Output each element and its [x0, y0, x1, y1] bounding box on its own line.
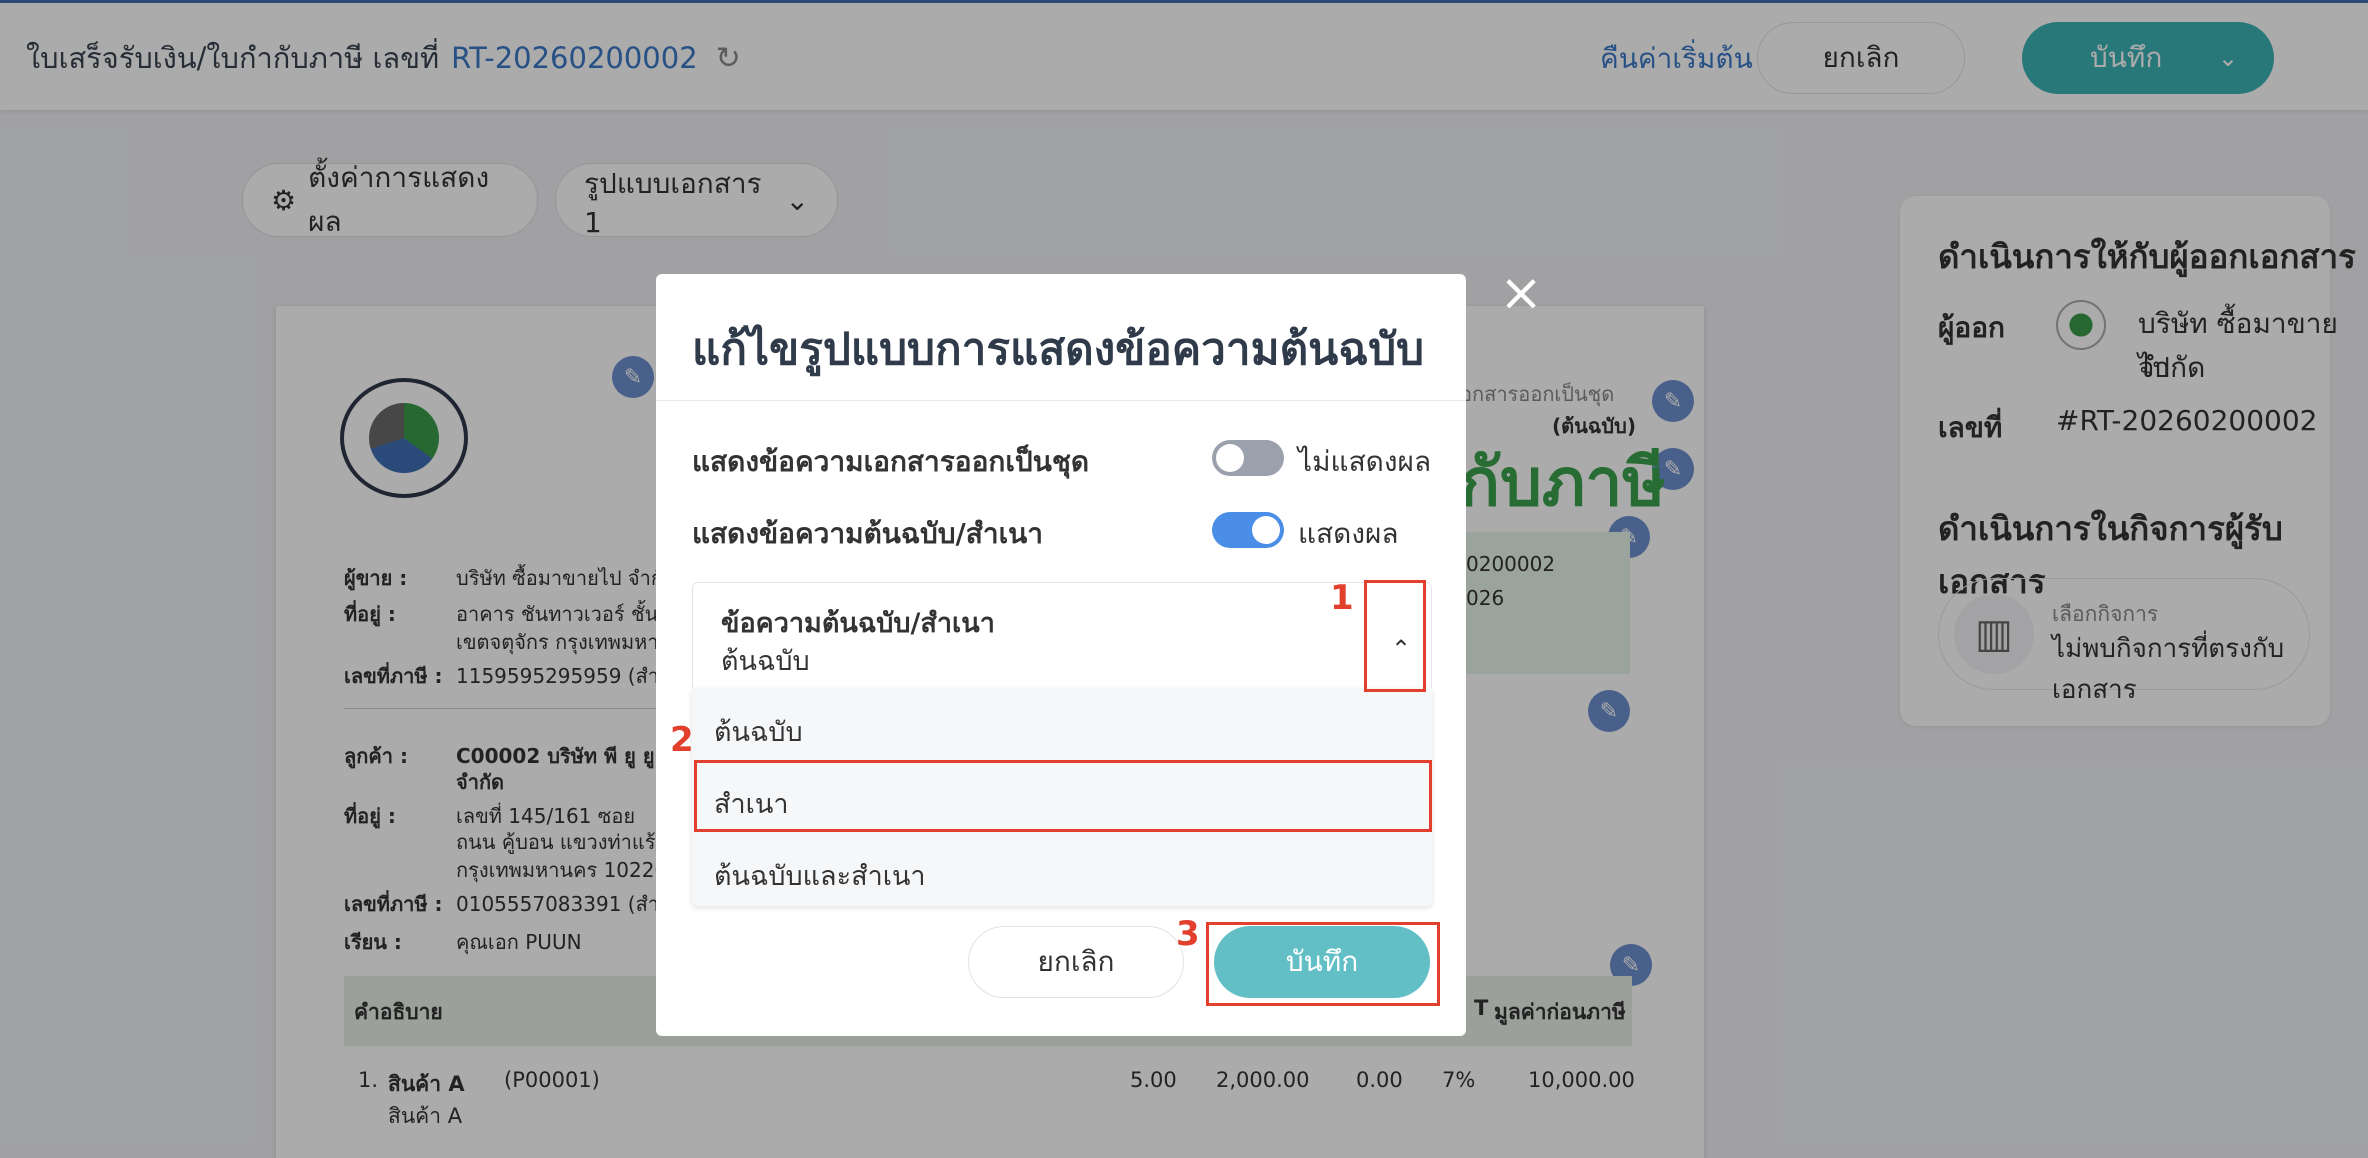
- annotation-number-3: 3: [1176, 914, 1200, 954]
- modal-title: แก้ไขรูปแบบการแสดงข้อความต้นฉบับ: [692, 324, 1425, 375]
- show-doc-set-label: แสดงข้อความเอกสารออกเป็นชุด: [692, 445, 1090, 478]
- select-label: ข้อความต้นฉบับ/สำเนา: [721, 608, 995, 639]
- show-original-copy-label: แสดงข้อความต้นฉบับ/สำเนา: [692, 517, 1043, 550]
- annotation-box-3: [1206, 922, 1440, 1006]
- option-original[interactable]: ต้นฉบับ: [714, 710, 803, 753]
- close-icon[interactable]: ×: [1496, 267, 1546, 319]
- annotation-box-1: [1364, 580, 1426, 692]
- show-original-copy-status: แสดงผล: [1298, 517, 1399, 550]
- show-doc-set-toggle[interactable]: [1212, 440, 1284, 476]
- annotation-box-2: [694, 760, 1432, 832]
- annotation-number-2: 2: [670, 720, 694, 760]
- modal-cancel-button[interactable]: ยกเลิก: [968, 926, 1184, 998]
- show-original-copy-toggle[interactable]: [1212, 512, 1284, 548]
- select-value: ต้นฉบับ: [721, 646, 810, 677]
- show-doc-set-status: ไม่แสดงผล: [1298, 445, 1432, 478]
- option-original-and-copy[interactable]: ต้นฉบับและสำเนา: [714, 854, 926, 897]
- original-copy-select[interactable]: ข้อความต้นฉบับ/สำเนา ต้นฉบับ ⌃: [692, 582, 1432, 692]
- modal-divider: [656, 400, 1466, 401]
- annotation-number-1: 1: [1330, 578, 1354, 618]
